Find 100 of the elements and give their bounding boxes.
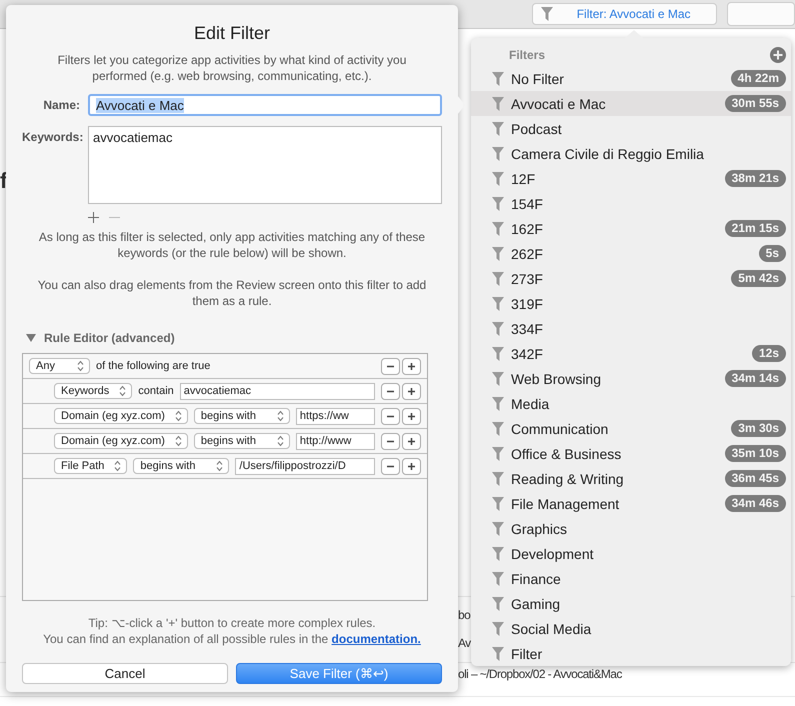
filter-item[interactable]: Filter (471, 641, 791, 666)
remove-rule-button[interactable] (381, 432, 400, 450)
description-text: Filters let you categorize app activities by what kind of activity you performed (e.g. web browsing, communicating, etc.). (56, 52, 408, 84)
help-text: You can find an explanation of all possible rules in the documentation. (42, 631, 422, 647)
match-popup[interactable]: Any (29, 358, 90, 374)
filter-item[interactable]: 342F 12s (471, 341, 791, 366)
filter-item[interactable]: Finance (471, 566, 791, 591)
field-popup[interactable]: Domain (eg xyz.com) (54, 408, 188, 424)
keywords-field[interactable]: avvocatiemac (88, 126, 442, 204)
filter-item[interactable]: Podcast (471, 116, 791, 141)
plus-icon (407, 386, 416, 396)
funnel-icon (492, 122, 504, 136)
filter-item[interactable]: 262F 5s (471, 241, 791, 266)
filter-item[interactable]: Communication 3m 30s (471, 416, 791, 441)
funnel-icon (492, 496, 504, 510)
remove-rule-button[interactable] (381, 382, 400, 400)
add-rule-button[interactable] (402, 358, 421, 374)
remove-rule-button[interactable] (381, 458, 400, 474)
plus-icon (407, 362, 416, 370)
filter-item[interactable]: Camera Civile di Reggio Emilia (471, 141, 791, 166)
funnel-icon (492, 422, 504, 436)
documentation-link[interactable]: documentation. (332, 632, 421, 646)
funnel-icon (492, 396, 504, 410)
value-field[interactable]: avvocatiemac (180, 382, 375, 400)
funnel-icon (492, 522, 504, 536)
funnel-icon (492, 72, 504, 86)
filter-item[interactable]: Graphics (471, 516, 791, 541)
name-label: Name: (42, 97, 80, 112)
popover-title: Filters (509, 48, 546, 62)
value-field[interactable]: /Users/filippostrozzi/D (235, 458, 375, 474)
filter-item[interactable]: No Filter 4h 22m (471, 66, 791, 91)
funnel-icon (492, 446, 504, 460)
chevron-icon (276, 435, 284, 447)
filter-item[interactable]: Development (471, 541, 791, 566)
add-icon[interactable] (88, 212, 99, 223)
funnel-icon (492, 172, 504, 186)
time-badge: 5s (758, 245, 786, 262)
funnel-icon (492, 322, 504, 336)
filter-item[interactable]: 334F (471, 316, 791, 341)
field-popup[interactable]: File Path (54, 458, 128, 474)
filter-item[interactable]: Media (471, 391, 791, 416)
funnel-icon (492, 472, 504, 486)
filter-item[interactable]: Social Media (471, 616, 791, 641)
filter-item[interactable]: Gaming (471, 591, 791, 616)
disclosure-triangle-icon[interactable] (26, 334, 36, 342)
time-badge: 3m 30s (731, 420, 786, 437)
field-popup[interactable]: Keywords (54, 383, 132, 399)
value-field[interactable]: https://ww (296, 408, 375, 424)
chevron-icon (276, 410, 284, 422)
field-popup[interactable]: Domain (eg xyz.com) (54, 433, 188, 449)
operator-popup[interactable]: begins with (194, 408, 290, 424)
funnel-icon (492, 546, 504, 560)
time-badge: 5m 42s (731, 270, 786, 287)
cancel-button[interactable]: Cancel (22, 663, 228, 684)
filter-item[interactable]: Web Browsing 34m 14s (471, 366, 791, 391)
time-badge: 12s (752, 345, 786, 362)
rule-editor-title: Rule Editor (advanced) (44, 331, 175, 345)
filter-item[interactable]: Reading & Writing 36m 45s (471, 466, 791, 491)
filter-item[interactable]: 12F 38m 21s (471, 166, 791, 191)
add-filter-icon[interactable] (770, 47, 786, 63)
time-badge: 36m 45s (724, 470, 786, 487)
funnel-icon (492, 146, 504, 160)
dialog-title: Edit Filter (192, 23, 272, 44)
funnel-icon (492, 246, 504, 260)
funnel-icon (541, 7, 553, 21)
remove-rule-button[interactable] (381, 408, 400, 424)
filter-button[interactable]: Filter: Avvocati e Mac (532, 3, 718, 25)
background-row-text: bo (458, 608, 470, 622)
time-badge: 34m 14s (724, 370, 786, 387)
filter-item[interactable]: 154F (471, 191, 791, 216)
name-field[interactable]: Avvocati e Mac (88, 94, 442, 116)
add-rule-button[interactable] (402, 432, 421, 450)
time-badge: 38m 21s (724, 170, 786, 187)
filter-item[interactable]: File Management 34m 46s (471, 491, 791, 516)
filter-item[interactable]: 162F 21m 15s (471, 216, 791, 241)
funnel-icon (492, 96, 504, 110)
filter-item[interactable]: Avvocati e Mac 30m 55s (471, 91, 791, 116)
rule-text: of the following are true (96, 360, 210, 372)
remove-rule-button[interactable] (381, 358, 400, 374)
chevron-icon (114, 460, 122, 472)
operator-popup[interactable]: begins with (194, 433, 290, 449)
chevron-icon (174, 410, 182, 422)
chevron-icon (77, 360, 84, 372)
value-field[interactable]: http://www (296, 432, 375, 450)
funnel-icon (492, 572, 504, 586)
keywords-label: Keywords: (22, 129, 80, 144)
plus-icon (407, 412, 416, 420)
add-rule-button[interactable] (402, 382, 421, 400)
chevron-icon (216, 460, 224, 472)
funnel-icon (492, 272, 504, 286)
tip-text: Tip: ⌥-click a '+' button to create more complex rules. (87, 615, 377, 631)
add-rule-button[interactable] (402, 408, 421, 424)
funnel-icon (492, 296, 504, 310)
chevron-icon (119, 385, 126, 397)
filter-item[interactable]: 319F (471, 291, 791, 316)
filter-item[interactable]: 273F 5m 42s (471, 266, 791, 291)
operator-text: contain (138, 385, 174, 397)
filter-item[interactable]: Office & Business 35m 10s (471, 441, 791, 466)
add-rule-button[interactable] (402, 458, 421, 474)
operator-popup[interactable]: begins with (133, 458, 230, 474)
